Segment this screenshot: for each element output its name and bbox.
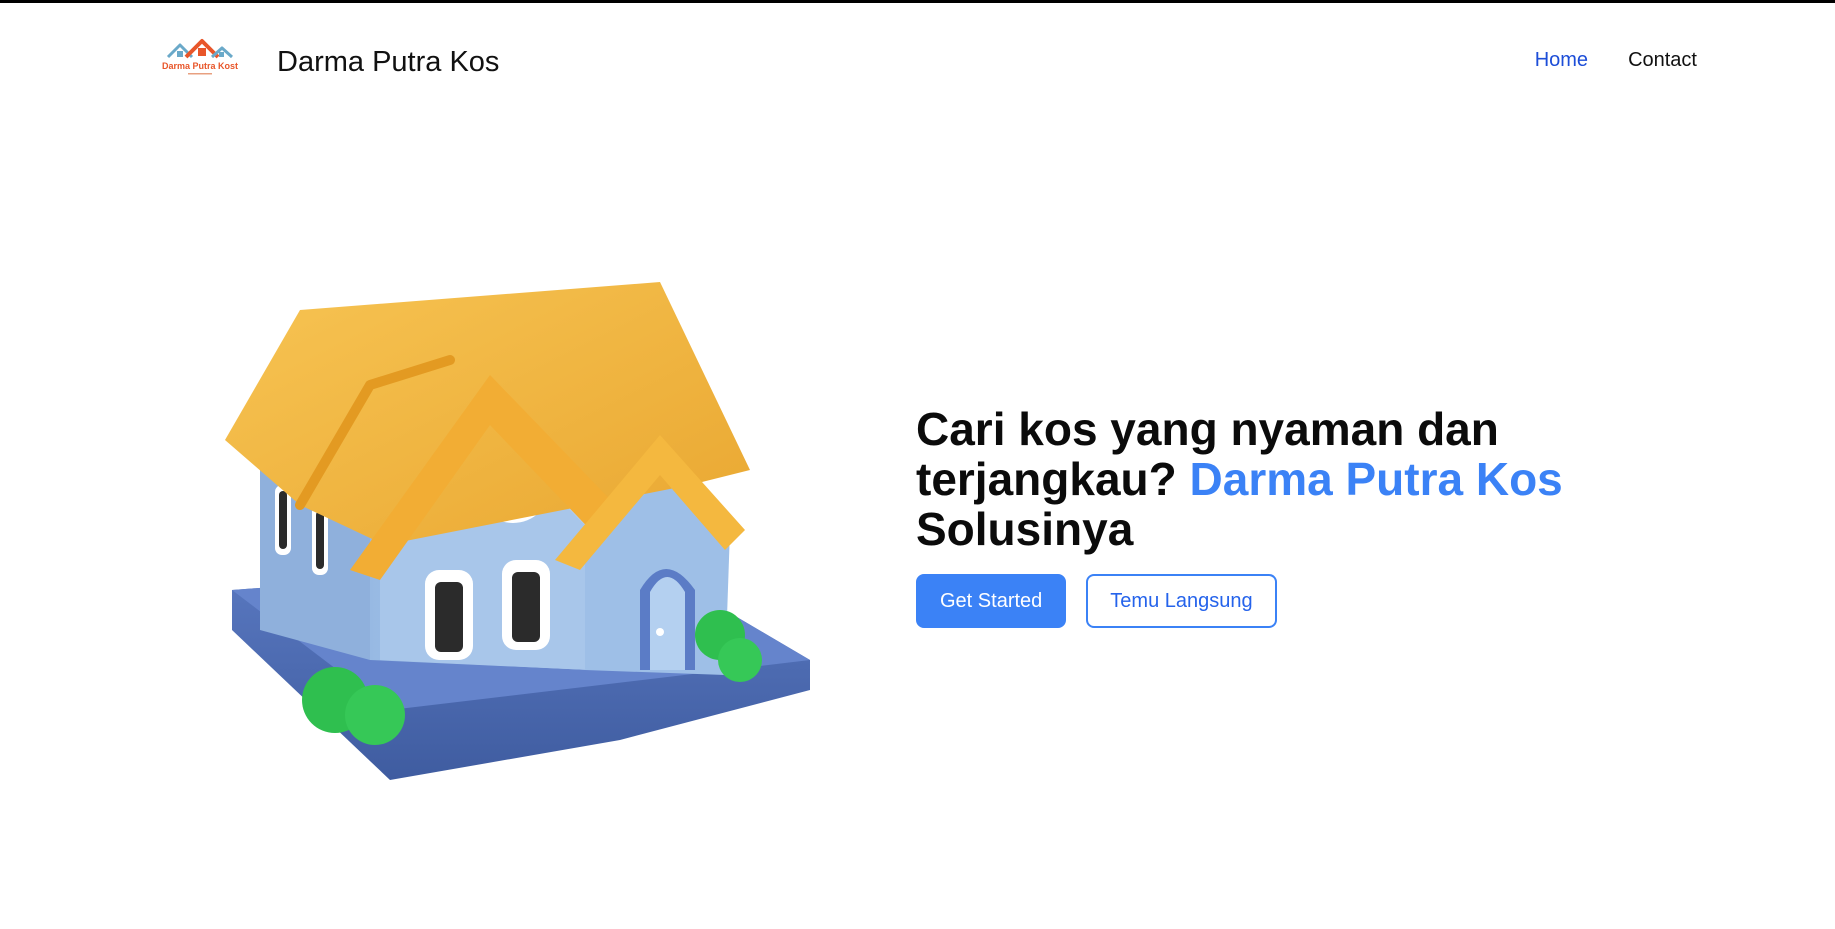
logo-text: Darma Putra Kost <box>162 61 238 71</box>
house-illustration <box>225 282 810 780</box>
brand-name[interactable]: Darma Putra Kos <box>277 42 499 82</box>
cta-row: Get Started Temu Langsung <box>916 574 1636 628</box>
hero-section: Cari kos yang nyaman dan terjangkau? Dar… <box>916 404 1636 628</box>
headline-brand-accent: Darma Putra Kos <box>1189 453 1563 505</box>
navbar: Darma Putra Kost Darma Putra Kos Home Co… <box>0 3 1835 113</box>
nav-home-link[interactable]: Home <box>1535 45 1588 75</box>
brand-logo[interactable]: Darma Putra Kost <box>160 37 240 81</box>
nav-links: Home Contact <box>1535 45 1697 75</box>
headline-suffix: Solusinya <box>916 503 1134 555</box>
hero-headline: Cari kos yang nyaman dan terjangkau? Dar… <box>916 404 1636 554</box>
get-started-button[interactable]: Get Started <box>916 574 1067 628</box>
nav-contact-link[interactable]: Contact <box>1628 45 1697 75</box>
temu-langsung-button[interactable]: Temu Langsung <box>1086 574 1277 628</box>
